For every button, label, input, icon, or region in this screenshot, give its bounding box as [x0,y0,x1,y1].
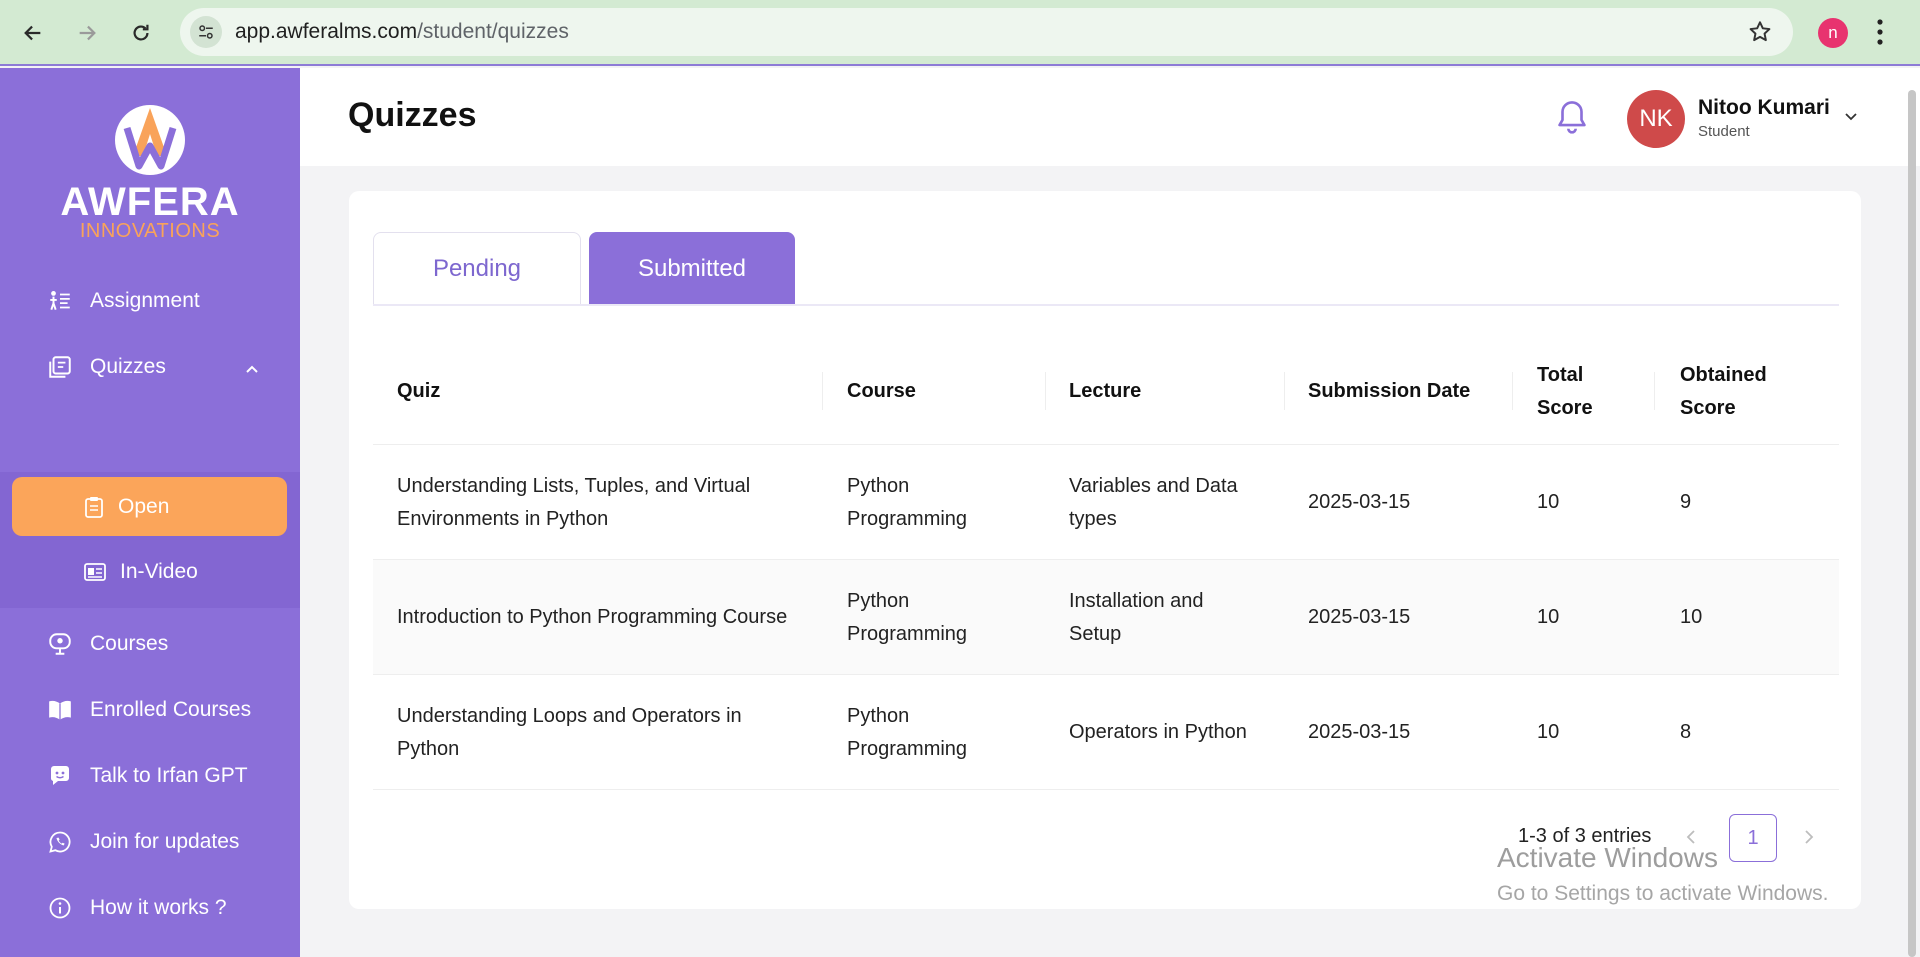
chevron-down-icon[interactable] [1843,108,1859,129]
url-path: /student/quizzes [417,20,569,43]
forward-button[interactable] [70,16,104,50]
sidebar-item-in-video[interactable]: In-Video [0,544,300,600]
pagination-next-icon[interactable] [1801,827,1817,852]
sidebar-item-courses[interactable]: Courses [0,616,300,672]
cell-total-score: 10 [1537,606,1560,628]
logo-mark-icon [115,105,185,175]
cell-submission-date: 2025-03-15 [1308,491,1411,513]
site-info-icon[interactable] [190,16,222,48]
bookmark-star-icon[interactable] [1747,19,1773,50]
sidebar-item-open[interactable]: Open [12,477,287,536]
column-header-course[interactable]: Course [847,338,1047,445]
reload-button[interactable] [124,16,158,50]
sidebar-item-assignment[interactable]: Assignment [0,273,300,329]
browser-toolbar: app.awferalms.com/student/quizzes n [0,0,1920,66]
table-row[interactable]: Understanding Lists, Tuples, and Virtual… [373,445,1839,560]
column-header-quiz[interactable]: Quiz [397,338,797,445]
cell-submission-date: 2025-03-15 [1308,606,1411,628]
user-name[interactable]: Nitoo Kumari [1698,96,1830,120]
column-header-lecture[interactable]: Lecture [1069,338,1269,445]
quiz-icon [46,353,74,381]
cell-course: Python Programming [847,474,968,530]
cell-lecture: Variables and Data types [1069,474,1238,530]
quizzes-card: Pending Submitted Quiz Course Lecture Su… [349,191,1861,909]
chevron-up-icon[interactable] [244,359,260,383]
cell-quiz: Introduction to Python Programming Cours… [397,606,788,628]
column-divider [1512,372,1513,410]
sidebar-item-enrolled-courses[interactable]: Enrolled Courses [0,682,300,738]
cell-lecture: Installation and Setup [1069,589,1204,645]
table-header: Quiz Course Lecture Submission Date Tota… [373,338,1839,445]
assignment-icon [46,287,74,315]
sidebar-item-label: Courses [90,632,169,655]
cell-submission-date: 2025-03-15 [1308,721,1411,743]
notification-bell-icon[interactable] [1554,98,1590,141]
reload-icon [133,24,149,41]
column-divider [1045,372,1046,410]
sidebar-item-quizzes[interactable]: Quizzes [0,339,300,395]
table-row[interactable]: Understanding Loops and Operators in Pyt… [373,675,1839,790]
browser-menu-icon[interactable] [1876,17,1884,52]
url-text: app.awferalms.com/student/quizzes [235,20,569,44]
info-icon [46,894,74,922]
sidebar-item-label: Assignment [90,289,200,312]
sidebar-item-label: How it works ? [90,896,227,919]
chat-bot-icon [46,762,74,790]
cell-obtained-score: 9 [1680,491,1692,513]
browser-profile-avatar[interactable]: n [1818,18,1848,48]
page-header: Quizzes NK Nitoo Kumari Student [300,68,1920,166]
brand-name: AWFERA [60,180,240,224]
column-divider [1654,372,1655,410]
clipboard-icon [84,496,104,518]
column-header-total-score[interactable]: Total Score [1537,338,1607,445]
sidebar-item-label: Talk to Irfan GPT [90,764,248,787]
tab-pending[interactable]: Pending [373,232,581,305]
tabs-divider [373,304,1839,306]
awfera-logo[interactable]: AWFERA INNOVATIONS [55,98,245,242]
cell-course: Python Programming [847,589,968,645]
back-button[interactable] [16,16,50,50]
sidebar-item-how-it-works[interactable]: How it works ? [0,880,300,936]
sidebar-item-label: Join for updates [90,830,240,853]
url-host: app.awferalms.com [235,20,418,43]
brand-tagline: INNOVATIONS [79,220,221,242]
cell-course: Python Programming [847,704,968,760]
sidebar-item-label: Open [118,494,170,518]
cell-obtained-score: 8 [1680,721,1692,743]
address-bar[interactable]: app.awferalms.com/student/quizzes [180,8,1793,56]
cell-total-score: 10 [1537,721,1560,743]
user-role: Student [1698,123,1750,140]
sidebar-item-label: In-Video [120,560,198,583]
activate-windows-watermark-title: Activate Windows [1497,842,1718,873]
sidebar-item-talk-to-gpt[interactable]: Talk to Irfan GPT [0,748,300,804]
column-divider [1284,372,1285,410]
activate-windows-watermark-subtitle: Go to Settings to activate Windows. [1497,882,1829,905]
arrow-left-icon [24,25,41,41]
sidebar-item-label: Enrolled Courses [90,698,252,721]
book-icon [46,696,74,724]
submitted-quizzes-table: Quiz Course Lecture Submission Date Tota… [373,338,1839,790]
video-card-icon [84,563,106,581]
sidebar: AWFERA INNOVATIONS Assignment Quizzes Op… [0,68,300,957]
sidebar-item-label: Quizzes [90,355,166,378]
table-row[interactable]: Introduction to Python Programming Cours… [373,560,1839,675]
page-scrollbar[interactable] [1908,90,1916,957]
cell-lecture: Operators in Python [1069,721,1247,743]
courses-icon [46,630,74,658]
column-header-submission-date[interactable]: Submission Date [1308,338,1508,445]
cell-obtained-score: 10 [1680,606,1703,628]
cell-total-score: 10 [1537,491,1560,513]
page-title: Quizzes [348,96,477,134]
avatar[interactable]: NK [1627,90,1685,148]
pagination-page-button[interactable]: 1 [1729,814,1777,862]
arrow-right-icon [79,25,96,41]
whatsapp-icon [46,828,74,856]
sidebar-item-join-updates[interactable]: Join for updates [0,814,300,870]
tab-submitted[interactable]: Submitted [589,232,795,305]
column-header-obtained-score[interactable]: Obtained Score [1680,338,1790,445]
cell-quiz: Understanding Loops and Operators in Pyt… [397,704,742,760]
cell-quiz: Understanding Lists, Tuples, and Virtual… [397,474,751,530]
column-divider [822,372,823,410]
